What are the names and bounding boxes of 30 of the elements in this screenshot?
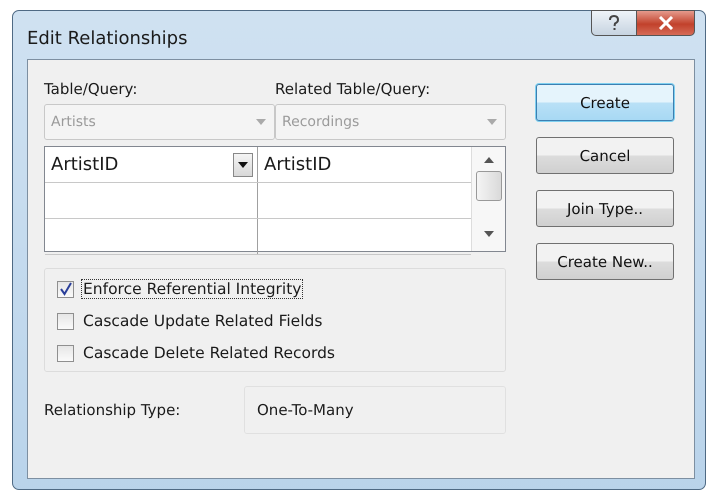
dialog-button[interactable]: Create New.. <box>536 243 674 280</box>
table-query-label: Table/Query: <box>44 80 138 98</box>
checkbox-label[interactable]: Cascade Update Related Fields <box>81 311 324 331</box>
checkmark-icon <box>58 282 72 296</box>
dropdown-button[interactable] <box>233 152 253 176</box>
caret-icon <box>487 119 497 125</box>
caret-icon <box>256 119 266 125</box>
scroll-up-icon <box>484 157 494 163</box>
checkbox[interactable] <box>57 280 74 298</box>
caret-icon <box>238 162 248 168</box>
grid-cell[interactable]: ArtistID <box>258 147 471 182</box>
checkbox-label[interactable]: Cascade Delete Related Records <box>81 343 337 363</box>
related-table-label: Related Table/Query: <box>275 80 432 98</box>
help-icon <box>607 15 621 31</box>
scroll-thumb[interactable] <box>476 171 502 201</box>
scrollbar[interactable] <box>471 147 505 251</box>
grid-cell[interactable]: ArtistID <box>45 147 258 182</box>
close-icon <box>658 16 674 30</box>
window-title: Edit Relationships <box>27 28 188 48</box>
close-button[interactable] <box>637 10 695 36</box>
checkbox-label[interactable]: Enforce Referential Integrity <box>81 279 304 299</box>
dialog-button[interactable]: Join Type.. <box>536 190 674 227</box>
help-button[interactable] <box>591 10 637 36</box>
dialog-button[interactable]: Create <box>536 84 674 121</box>
relationship-type-label: Relationship Type: <box>44 401 182 419</box>
relationship-type-value: One-To-Many <box>244 386 506 434</box>
checkbox[interactable] <box>57 344 74 362</box>
scroll-down-icon <box>484 231 494 237</box>
checkbox[interactable] <box>57 312 74 330</box>
dialog-button[interactable]: Cancel <box>536 137 674 174</box>
